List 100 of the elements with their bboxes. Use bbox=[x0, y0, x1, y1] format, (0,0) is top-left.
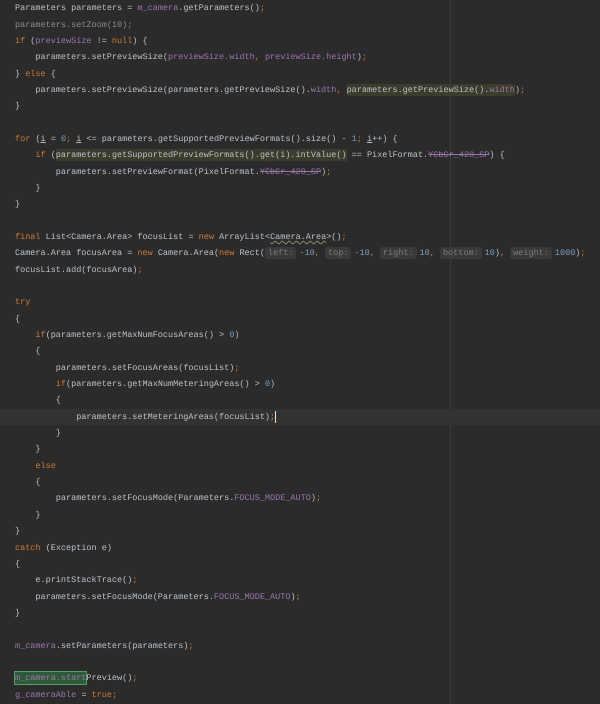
code-text: .getParameters() bbox=[178, 2, 260, 14]
number-text: -10 bbox=[354, 247, 370, 260]
keyword-text: final bbox=[15, 230, 41, 243]
keyword-text: ; bbox=[270, 410, 276, 423]
field-text: g_cameraAble bbox=[15, 688, 76, 701]
deprecated-text: YCbCr_420_SP bbox=[428, 149, 490, 162]
number-text: 0 bbox=[264, 378, 270, 390]
code-text: focusList.add(focusArea) bbox=[15, 264, 138, 276]
match-highlight: parameters.getPreviewSize(). bbox=[346, 84, 490, 96]
keyword-text: , bbox=[500, 247, 506, 260]
keyword-text: , bbox=[314, 247, 321, 260]
parameter-hint: left: bbox=[264, 247, 296, 260]
text-cursor bbox=[275, 410, 276, 423]
keyword-text: if bbox=[35, 329, 46, 342]
keyword-text: ; bbox=[260, 2, 265, 14]
code-text: } bbox=[15, 198, 20, 210]
keyword-text: ; bbox=[520, 84, 526, 96]
keyword-text: ; bbox=[296, 590, 301, 603]
code-text: (Exception e) bbox=[44, 542, 112, 554]
keyword-text: else bbox=[25, 68, 46, 80]
code-text: parameters.setPreviewSize( bbox=[35, 51, 168, 64]
code-text: Camera.Area( bbox=[156, 247, 220, 260]
match-highlight: width bbox=[489, 84, 515, 96]
code-text: ) bbox=[234, 329, 240, 342]
code-text: .setParameters(parameters) bbox=[56, 640, 188, 652]
code-text: } bbox=[56, 427, 61, 440]
code-text: != bbox=[96, 34, 108, 47]
code-text: { bbox=[15, 558, 20, 570]
code-text: ) bbox=[310, 492, 316, 504]
code-text: ( bbox=[50, 149, 56, 162]
code-text: Rect( bbox=[238, 247, 265, 260]
code-text: } bbox=[35, 443, 40, 456]
code-text: = bbox=[80, 688, 88, 701]
keyword-text: ; bbox=[580, 247, 586, 260]
keyword-text: ; bbox=[356, 132, 363, 145]
field-text: FOCUS_MODE_AUTO bbox=[234, 492, 311, 504]
code-text: parameters.setPreviewSize(parameters.getPreviewSize(). bbox=[35, 84, 311, 96]
field-text: m_camera bbox=[137, 2, 178, 14]
code-text: parameters.setPreviewFormat(PixelFormat. bbox=[56, 166, 260, 178]
code-text: parameters.setZoom(10); bbox=[15, 18, 132, 31]
keyword-text: , bbox=[336, 84, 342, 96]
keyword-text: ; bbox=[132, 672, 138, 684]
keyword-text: , bbox=[254, 51, 261, 64]
code-text: } bbox=[15, 606, 20, 619]
keyword-text: ; bbox=[234, 362, 240, 374]
code-text: } bbox=[15, 68, 22, 80]
keyword-text: if bbox=[56, 378, 66, 390]
code-text: <= parameters.getSupportedPreviewFormats().size() - bbox=[85, 132, 348, 145]
code-text: Parameters parameters = bbox=[15, 2, 134, 14]
code-text: ( bbox=[34, 132, 41, 145]
keyword-text: else bbox=[35, 460, 56, 472]
keyword-text: if bbox=[35, 149, 46, 162]
parameter-hint: top: bbox=[325, 247, 352, 260]
number-text: 1000 bbox=[554, 247, 576, 260]
code-text: parameters.setFocusMode(Parameters. bbox=[56, 492, 234, 504]
code-text: List<Camera.Area> focusList = bbox=[44, 230, 195, 243]
code-text: { bbox=[35, 476, 40, 488]
keyword-text: if bbox=[15, 34, 26, 47]
code-text: } bbox=[35, 182, 40, 194]
code-text: { bbox=[35, 345, 40, 358]
code-text: (parameters.getMaxNumFocusAreas() > bbox=[46, 329, 226, 342]
number-text: 10 bbox=[484, 247, 495, 260]
parameter-hint: bottom: bbox=[440, 247, 482, 260]
code-text: ++) { bbox=[372, 132, 398, 145]
code-text: = bbox=[50, 132, 57, 145]
code-text: } bbox=[35, 508, 40, 521]
keyword-text: ; bbox=[137, 264, 143, 276]
keyword-text: null bbox=[112, 34, 132, 47]
code-text: (parameters.getMaxNumMeteringAreas() > bbox=[66, 378, 261, 390]
code-text: ( bbox=[29, 34, 36, 47]
search-match: m_camera.start bbox=[15, 672, 86, 684]
keyword-text: ; bbox=[326, 166, 332, 178]
keyword-text: ; bbox=[342, 230, 347, 243]
keyword-text: new bbox=[219, 247, 234, 260]
number-text: -10 bbox=[299, 247, 315, 260]
keyword-text: , bbox=[430, 247, 436, 260]
keyword-text: ; bbox=[188, 640, 194, 652]
code-text: == PixelFormat. bbox=[350, 149, 428, 162]
number-text: 1 bbox=[352, 132, 357, 145]
number-text: 0 bbox=[229, 329, 234, 342]
code-text: { bbox=[15, 312, 20, 325]
keyword-text: try bbox=[15, 296, 30, 308]
keyword-text: ; bbox=[362, 51, 367, 64]
code-text: ) { bbox=[132, 34, 148, 47]
code-text: Preview() bbox=[86, 672, 132, 684]
keyword-text: new bbox=[137, 247, 153, 260]
keyword-text: ; bbox=[112, 688, 118, 701]
code-text: ) bbox=[321, 166, 326, 178]
code-text: e.printStackTrace() bbox=[35, 574, 132, 586]
keyword-text: ; bbox=[316, 492, 322, 504]
deprecated-text: YCbCr_420_SP bbox=[260, 166, 322, 178]
keyword-text: true bbox=[92, 688, 112, 701]
code-text: parameters.setMeteringAreas(focusList) bbox=[76, 410, 270, 423]
number-text: 0 bbox=[60, 132, 66, 145]
field-text: width bbox=[310, 84, 336, 96]
code-text: Camera.Area focusArea = bbox=[15, 247, 134, 260]
field-text: previewSize.width bbox=[168, 51, 255, 64]
keyword-text: new bbox=[198, 230, 214, 243]
code-text: ) bbox=[514, 84, 520, 96]
variable-text: i bbox=[367, 132, 372, 145]
